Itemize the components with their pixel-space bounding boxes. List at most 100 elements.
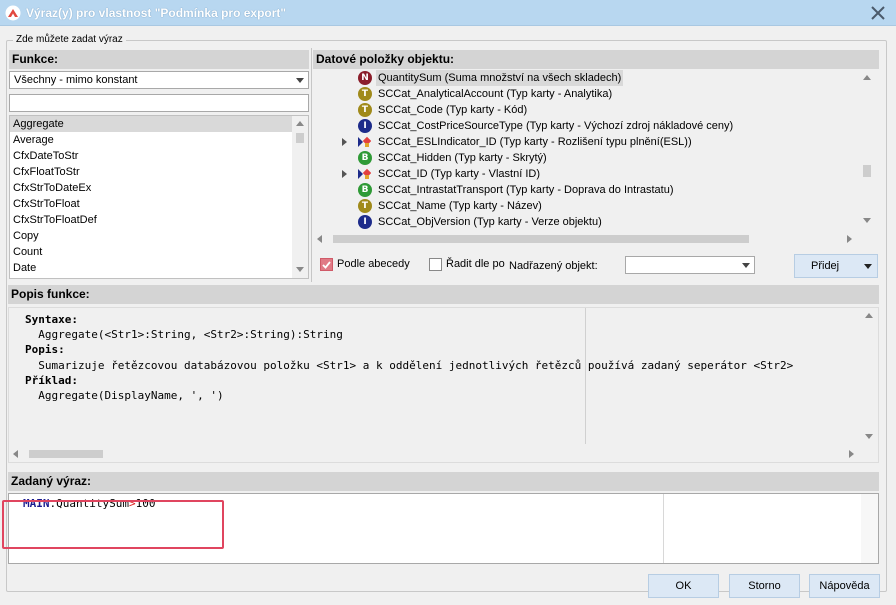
text-type-icon: T bbox=[358, 199, 372, 213]
text-type-icon: T bbox=[358, 103, 372, 117]
panel-divider[interactable] bbox=[311, 48, 312, 282]
scroll-left-icon[interactable] bbox=[13, 450, 18, 458]
function-list-item[interactable]: CfxStrToDateEx bbox=[10, 180, 292, 196]
description-vscrollbar[interactable] bbox=[861, 308, 877, 446]
cancel-button[interactable]: Storno bbox=[729, 574, 800, 598]
description-line: Syntaxe: bbox=[25, 313, 78, 326]
integer-type-icon: I bbox=[358, 119, 372, 133]
data-item-row[interactable]: T SCCat_Code (Typ karty - Kód) bbox=[356, 102, 856, 118]
chevron-down-icon bbox=[742, 263, 750, 268]
scroll-down-icon[interactable] bbox=[865, 434, 873, 439]
data-item-label: SCCat_ESLIndicator_ID (Typ karty - Rozli… bbox=[378, 136, 692, 148]
scroll-down-icon[interactable] bbox=[296, 267, 304, 272]
data-item-row[interactable]: SCCat_ESLIndicator_ID (Typ karty - Rozli… bbox=[342, 134, 856, 150]
link-object-icon bbox=[358, 136, 371, 147]
data-item-row[interactable]: SCCat_ID (Typ karty - Vlastní ID) bbox=[342, 166, 856, 182]
checkmark-icon bbox=[322, 261, 331, 269]
expression-editor[interactable]: MAIN.QuantitySum>100 bbox=[8, 493, 879, 564]
data-item-row[interactable]: N QuantitySum (Suma množství na všech skl… bbox=[356, 70, 856, 86]
function-filter-select[interactable]: Všechny - mimo konstant bbox=[9, 71, 309, 89]
chevron-down-icon[interactable] bbox=[864, 264, 872, 269]
function-list-item[interactable]: Date bbox=[10, 260, 292, 276]
scroll-thumb[interactable] bbox=[863, 165, 871, 177]
sort-alpha-checkbox[interactable] bbox=[320, 258, 333, 271]
help-button[interactable]: Nápověda bbox=[809, 574, 880, 598]
title-bar: Výraz(y) pro vlastnost "Podmínka pro exp… bbox=[0, 0, 896, 26]
function-list-item[interactable]: CfxStrToFloatDef bbox=[10, 212, 292, 228]
data-item-row[interactable]: I SCCat_ObjVersion (Typ karty - Verze obj… bbox=[356, 214, 856, 230]
parent-object-select[interactable] bbox=[625, 256, 755, 274]
scroll-up-icon[interactable] bbox=[865, 313, 873, 318]
scroll-thumb[interactable] bbox=[29, 450, 103, 458]
data-item-row[interactable]: B SCCat_IntrastatTransport (Typ karty - D… bbox=[356, 182, 856, 198]
window-title: Výraz(y) pro vlastnost "Podmínka pro exp… bbox=[26, 6, 287, 20]
scroll-down-icon[interactable] bbox=[863, 218, 871, 223]
sort-by-checkbox[interactable] bbox=[429, 258, 442, 271]
group-legend: Zde můžete zadat výraz bbox=[13, 34, 126, 45]
scroll-right-icon[interactable] bbox=[847, 235, 852, 243]
data-item-label: SCCat_IntrastatTransport (Typ karty - Do… bbox=[378, 184, 674, 196]
data-item-row[interactable]: T SCCat_AnalyticalAccount (Typ karty - An… bbox=[356, 86, 856, 102]
scroll-up-icon[interactable] bbox=[296, 121, 304, 126]
integer-type-icon: I bbox=[358, 215, 372, 229]
functions-scrollbar[interactable] bbox=[292, 116, 308, 278]
numeric-type-icon: N bbox=[358, 71, 372, 85]
scroll-up-icon[interactable] bbox=[863, 75, 871, 80]
function-search-input[interactable] bbox=[9, 94, 309, 112]
data-item-row[interactable]: I SCCat_CostPriceSourceType (Typ karty - … bbox=[356, 118, 856, 134]
link-object-icon bbox=[358, 168, 371, 179]
expand-arrow-icon[interactable] bbox=[342, 170, 347, 178]
scroll-thumb[interactable] bbox=[296, 133, 304, 143]
data-item-label: SCCat_CostPriceSourceType (Typ karty - V… bbox=[378, 120, 734, 132]
function-list-item[interactable]: Aggregate bbox=[10, 116, 292, 132]
description-line: Aggregate(DisplayName, ', ') bbox=[25, 389, 224, 403]
function-list-item[interactable]: CfxDateToStr bbox=[10, 148, 292, 164]
tree-vscrollbar[interactable] bbox=[859, 70, 875, 230]
data-item-label: QuantitySum (Suma množství na všech skla… bbox=[376, 70, 624, 86]
description-line: Příklad: bbox=[25, 373, 78, 387]
expression-value: 100 bbox=[135, 497, 156, 510]
scroll-left-icon[interactable] bbox=[317, 235, 322, 243]
data-items-tree: N QuantitySum (Suma množství na všech skl… bbox=[313, 70, 879, 248]
data-item-label: SCCat_Hidden (Typ karty - Skrytý) bbox=[378, 152, 547, 164]
data-item-label: SCCat_ObjVersion (Typ karty - Verze obje… bbox=[378, 216, 602, 228]
description-line: Sumarizuje řetězcovou databázovou položk… bbox=[25, 358, 794, 372]
functions-header: Funkce: bbox=[9, 50, 309, 69]
description-line: Aggregate(<Str1>:String, <Str2>:String):… bbox=[25, 328, 343, 342]
function-list-item[interactable]: CfxStrToFloat bbox=[10, 196, 292, 212]
data-item-label: SCCat_ID (Typ karty - Vlastní ID) bbox=[378, 168, 540, 180]
expression-operator: > bbox=[128, 497, 136, 510]
description-hscrollbar[interactable] bbox=[9, 446, 861, 462]
scroll-right-icon[interactable] bbox=[849, 450, 854, 458]
scroll-thumb[interactable] bbox=[333, 235, 749, 243]
parent-object-label: Nadřazený objekt: bbox=[509, 260, 598, 272]
description-divider bbox=[585, 308, 586, 444]
close-icon[interactable] bbox=[868, 3, 888, 23]
tree-hscrollbar[interactable] bbox=[313, 231, 859, 247]
function-list-item[interactable]: Copy bbox=[10, 228, 292, 244]
function-list-item[interactable]: CfxFloatToStr bbox=[10, 164, 292, 180]
app-logo-icon bbox=[5, 5, 21, 21]
function-list-item[interactable]: Count bbox=[10, 244, 292, 260]
ok-button[interactable]: OK bbox=[648, 574, 719, 598]
add-button-label: Přidej bbox=[811, 260, 840, 272]
description-panel: Syntaxe: Aggregate(<Str1>:String, <Str2>… bbox=[8, 307, 879, 463]
chevron-down-icon bbox=[296, 78, 304, 83]
functions-list: Aggregate Average CfxDateToStr CfxFloatToSt… bbox=[9, 115, 309, 279]
expression-vscrollbar[interactable] bbox=[861, 494, 878, 563]
boolean-type-icon: B bbox=[358, 151, 372, 165]
dialog-body: Zde můžete zadat výraz Funkce: Všechny -… bbox=[0, 26, 896, 605]
function-list-item[interactable]: Average bbox=[10, 132, 292, 148]
description-line: Popis: bbox=[25, 343, 65, 357]
expression-text[interactable]: MAIN.QuantitySum>100 bbox=[23, 497, 155, 510]
data-item-row[interactable]: B SCCat_Hidden (Typ karty - Skrytý) bbox=[356, 150, 856, 166]
sort-by-label[interactable]: Řadit dle po bbox=[446, 258, 505, 270]
data-item-row[interactable]: T SCCat_Name (Typ karty - Název) bbox=[356, 198, 856, 214]
sort-alpha-label[interactable]: Podle abecedy bbox=[337, 258, 410, 270]
expand-arrow-icon[interactable] bbox=[342, 138, 347, 146]
add-button[interactable]: Přidej bbox=[794, 254, 878, 278]
function-filter-value: Všechny - mimo konstant bbox=[14, 74, 138, 86]
expression-header: Zadaný výraz: bbox=[8, 472, 879, 491]
description-header: Popis funkce: bbox=[8, 285, 879, 304]
expression-divider bbox=[663, 494, 664, 563]
